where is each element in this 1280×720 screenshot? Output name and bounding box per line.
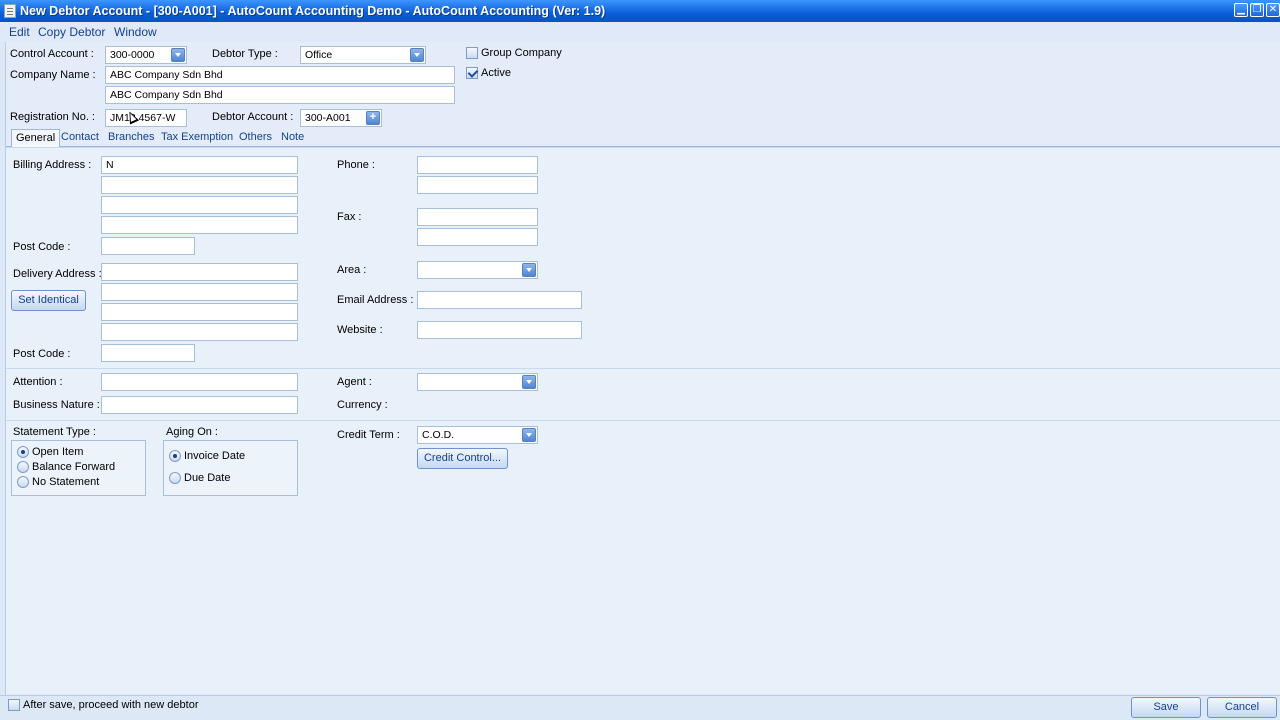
- phone-label: Phone :: [337, 159, 375, 171]
- agent-label: Agent :: [337, 376, 372, 388]
- group-company-checkbox[interactable]: [466, 47, 478, 59]
- debtor-type-value: Office: [305, 49, 333, 61]
- minimize-icon[interactable]: ▁: [1234, 3, 1248, 17]
- business-nature-input[interactable]: [101, 396, 298, 414]
- group-company-label: Group Company: [481, 47, 562, 59]
- fax-input-2[interactable]: [417, 228, 538, 246]
- fax-input-1[interactable]: [417, 208, 538, 226]
- debtor-type-label: Debtor Type :: [212, 48, 278, 60]
- statement-no-statement-radio[interactable]: [17, 476, 29, 488]
- delivery-address-line-3[interactable]: [101, 303, 298, 321]
- credit-term-combo[interactable]: C.O.D.: [417, 426, 538, 444]
- tab-others[interactable]: Others: [235, 129, 276, 147]
- statement-open-item-radio[interactable]: [17, 446, 29, 458]
- menu-copy-debtor[interactable]: Copy Debtor: [38, 25, 105, 39]
- currency-label: Currency :: [337, 399, 388, 411]
- aging-due-date-label: Due Date: [184, 472, 231, 484]
- delivery-post-code-label: Post Code :: [13, 348, 71, 360]
- delivery-address-line-2[interactable]: [101, 283, 298, 301]
- save-button[interactable]: Save: [1131, 697, 1201, 718]
- email-label: Email Address :: [337, 294, 414, 306]
- agent-combo[interactable]: [417, 373, 538, 391]
- aging-due-date-radio[interactable]: [169, 472, 181, 484]
- tab-tax-exemption[interactable]: Tax Exemption: [157, 129, 237, 147]
- delivery-post-code-input[interactable]: [101, 344, 195, 362]
- menu-bar: [0, 22, 1280, 42]
- active-checkbox[interactable]: [466, 67, 478, 79]
- attention-input[interactable]: [101, 373, 298, 391]
- tab-note[interactable]: Note: [277, 129, 308, 147]
- active-label: Active: [481, 67, 511, 79]
- area-combo[interactable]: [417, 261, 538, 279]
- registration-input[interactable]: JM12 4567-W: [105, 109, 187, 127]
- billing-post-code-input[interactable]: [101, 237, 195, 255]
- phone-input-2[interactable]: [417, 176, 538, 194]
- statement-no-statement-label: No Statement: [32, 476, 100, 488]
- plus-icon[interactable]: +: [366, 111, 380, 125]
- document-icon: [4, 4, 16, 18]
- area-label: Area :: [337, 264, 367, 276]
- aging-on-label: Aging On :: [166, 426, 218, 438]
- section-divider: [6, 420, 1280, 421]
- chevron-down-icon[interactable]: [410, 48, 424, 62]
- restore-icon[interactable]: ❐: [1250, 3, 1264, 17]
- credit-term-label: Credit Term :: [337, 429, 400, 441]
- company-name-2-input[interactable]: ABC Company Sdn Bhd: [105, 86, 455, 104]
- billing-address-label: Billing Address :: [13, 159, 92, 171]
- set-identical-button[interactable]: Set Identical: [11, 290, 86, 311]
- billing-address-line-3[interactable]: [101, 196, 298, 214]
- company-name-input[interactable]: ABC Company Sdn Bhd: [105, 66, 455, 84]
- chevron-down-icon[interactable]: [522, 428, 536, 442]
- control-account-label: Control Account :: [10, 48, 94, 60]
- menu-window[interactable]: Window: [114, 25, 157, 39]
- aging-invoice-date-radio[interactable]: [169, 450, 181, 462]
- chevron-down-icon[interactable]: [522, 375, 536, 389]
- control-account-value: 300-0000: [110, 49, 155, 61]
- credit-control-button[interactable]: Credit Control...: [417, 448, 508, 469]
- delivery-address-label: Delivery Address :: [13, 268, 102, 280]
- tab-branches[interactable]: Branches: [104, 129, 158, 147]
- fax-label: Fax :: [337, 211, 362, 223]
- delivery-address-line-1[interactable]: [101, 263, 298, 281]
- title-bar: New Debtor Account - [300-A001] - AutoCo…: [0, 0, 1280, 22]
- chevron-down-icon[interactable]: [171, 48, 185, 62]
- website-input[interactable]: [417, 321, 582, 339]
- tab-general[interactable]: General: [11, 129, 61, 148]
- statement-balance-forward-radio[interactable]: [17, 461, 29, 473]
- billing-address-line-1[interactable]: N: [101, 156, 298, 174]
- registration-label: Registration No. :: [10, 111, 95, 123]
- billing-address-line-2[interactable]: [101, 176, 298, 194]
- aging-invoice-date-label: Invoice Date: [184, 450, 246, 462]
- billing-post-code-label: Post Code :: [13, 241, 71, 253]
- business-nature-label: Business Nature :: [13, 399, 100, 411]
- debtor-type-combo[interactable]: Office: [300, 46, 426, 64]
- statement-balance-forward-label: Balance Forward: [32, 461, 116, 473]
- aging-on-group: [163, 440, 298, 496]
- chevron-down-icon[interactable]: [522, 263, 536, 277]
- email-input[interactable]: [417, 291, 582, 309]
- window-title: New Debtor Account - [300-A001] - AutoCo…: [20, 4, 606, 18]
- proceed-new-debtor-label: After save, proceed with new debtor: [23, 699, 199, 711]
- cancel-button[interactable]: Cancel: [1207, 697, 1277, 718]
- section-divider: [6, 368, 1280, 369]
- debtor-account-value: 300-A001: [305, 112, 351, 124]
- statement-open-item-label: Open Item: [32, 446, 84, 458]
- tab-contact[interactable]: Contact: [57, 129, 103, 147]
- credit-term-value: C.O.D.: [422, 429, 455, 441]
- close-icon[interactable]: ✕: [1266, 3, 1280, 17]
- attention-label: Attention :: [13, 376, 63, 388]
- company-name-label: Company Name :: [10, 69, 96, 81]
- billing-address-line-4[interactable]: [101, 216, 298, 234]
- proceed-new-debtor-checkbox[interactable]: [8, 699, 20, 711]
- delivery-address-line-4[interactable]: [101, 323, 298, 341]
- website-label: Website :: [337, 324, 383, 336]
- debtor-account-input[interactable]: 300-A001 +: [300, 109, 382, 127]
- debtor-account-label: Debtor Account :: [212, 111, 294, 123]
- phone-input-1[interactable]: [417, 156, 538, 174]
- statement-type-label: Statement Type :: [13, 426, 96, 438]
- menu-edit[interactable]: Edit: [9, 25, 30, 39]
- control-account-combo[interactable]: 300-0000: [105, 46, 187, 64]
